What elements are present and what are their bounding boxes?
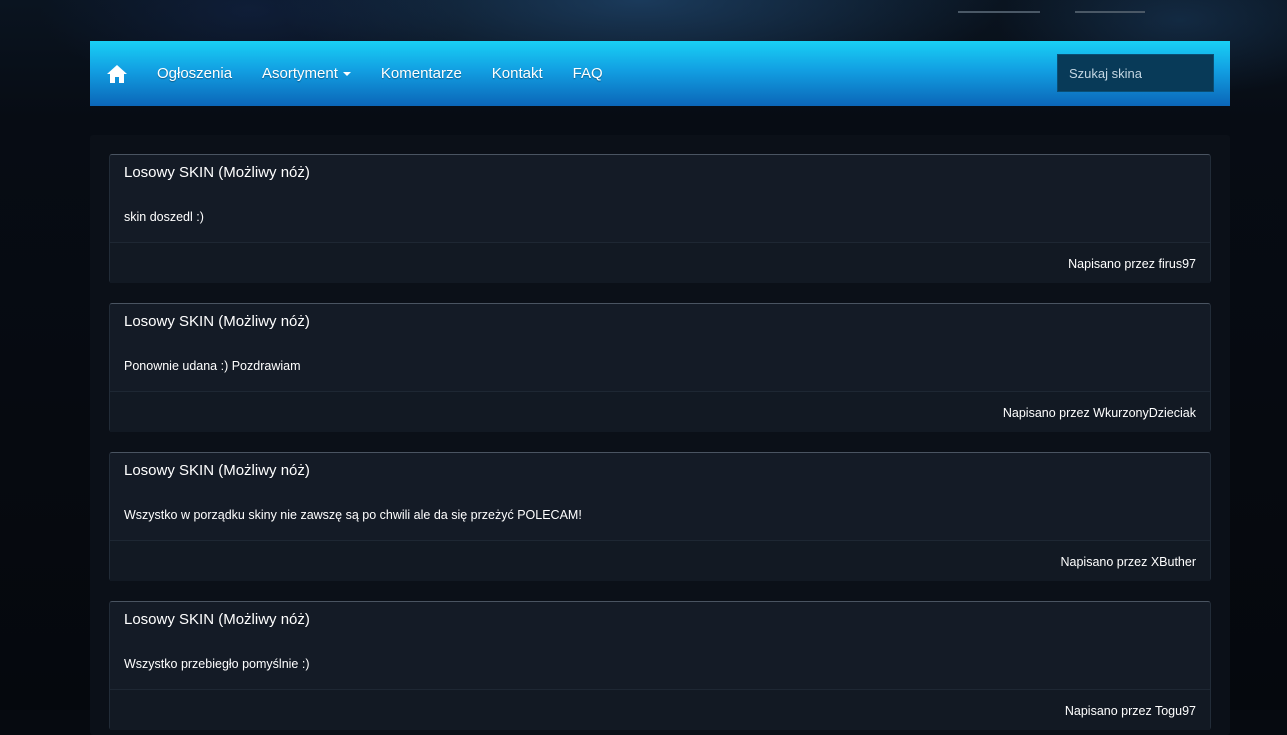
comment-footer: Napisano przez WkurzonyDzieciak	[110, 391, 1210, 432]
comment-author: Napisano przez firus97	[1068, 257, 1196, 271]
nav-contact-label: Kontakt	[491, 65, 543, 82]
nav-faq-label: FAQ	[572, 65, 603, 82]
comment-title: Losowy SKIN (Możliwy nóż)	[124, 313, 310, 330]
comment-author: Napisano przez WkurzonyDzieciak	[1002, 406, 1196, 420]
nav-announcements-label: Ogłoszenia	[157, 65, 233, 82]
caret-down-icon	[342, 71, 351, 76]
comment-body: Wszystko przebiegło pomyślnie :)	[124, 657, 310, 671]
comment-title: Losowy SKIN (Możliwy nóż)	[124, 164, 310, 181]
comment-body: Ponownie udana :) Pozdrawiam	[124, 359, 301, 373]
nav-faq[interactable]: FAQ	[558, 41, 618, 106]
comment-card: Losowy SKIN (Możliwy nóż) Wszystko w por…	[109, 452, 1211, 581]
comment-title: Losowy SKIN (Możliwy nóż)	[124, 462, 310, 479]
nav-contact[interactable]: Kontakt	[477, 41, 558, 106]
comment-author: Napisano przez XButher	[1060, 555, 1197, 569]
decorative-line	[958, 11, 1040, 13]
comment-author: Napisano przez Togu97	[1064, 704, 1196, 718]
nav-assortment-dropdown[interactable]: Asortyment	[247, 41, 366, 106]
comment-footer: Napisano przez XButher	[110, 540, 1210, 581]
comment-footer: Napisano przez firus97	[110, 242, 1210, 283]
home-button[interactable]	[92, 41, 142, 106]
nav-assortment-label: Asortyment	[262, 65, 338, 82]
comment-card: Losowy SKIN (Możliwy nóż) skin doszedl :…	[109, 154, 1211, 283]
comment-body: skin doszedl :)	[124, 210, 204, 224]
nav-comments-label: Komentarze	[380, 65, 462, 82]
search-input[interactable]	[1057, 54, 1214, 92]
comment-card: Losowy SKIN (Możliwy nóż) Ponownie udana…	[109, 303, 1211, 432]
comment-title: Losowy SKIN (Możliwy nóż)	[124, 611, 310, 628]
home-icon	[107, 64, 127, 83]
comment-body: Wszystko w porządku skiny nie zawszę są …	[124, 508, 582, 522]
decorative-line	[1075, 11, 1145, 13]
main-navbar: Ogłoszenia Asortyment Komentarze Kontakt…	[90, 41, 1230, 106]
nav-announcements[interactable]: Ogłoszenia	[142, 41, 247, 106]
nav-comments[interactable]: Komentarze	[366, 41, 477, 106]
comment-card: Losowy SKIN (Możliwy nóż) Wszystko przeb…	[109, 601, 1211, 730]
